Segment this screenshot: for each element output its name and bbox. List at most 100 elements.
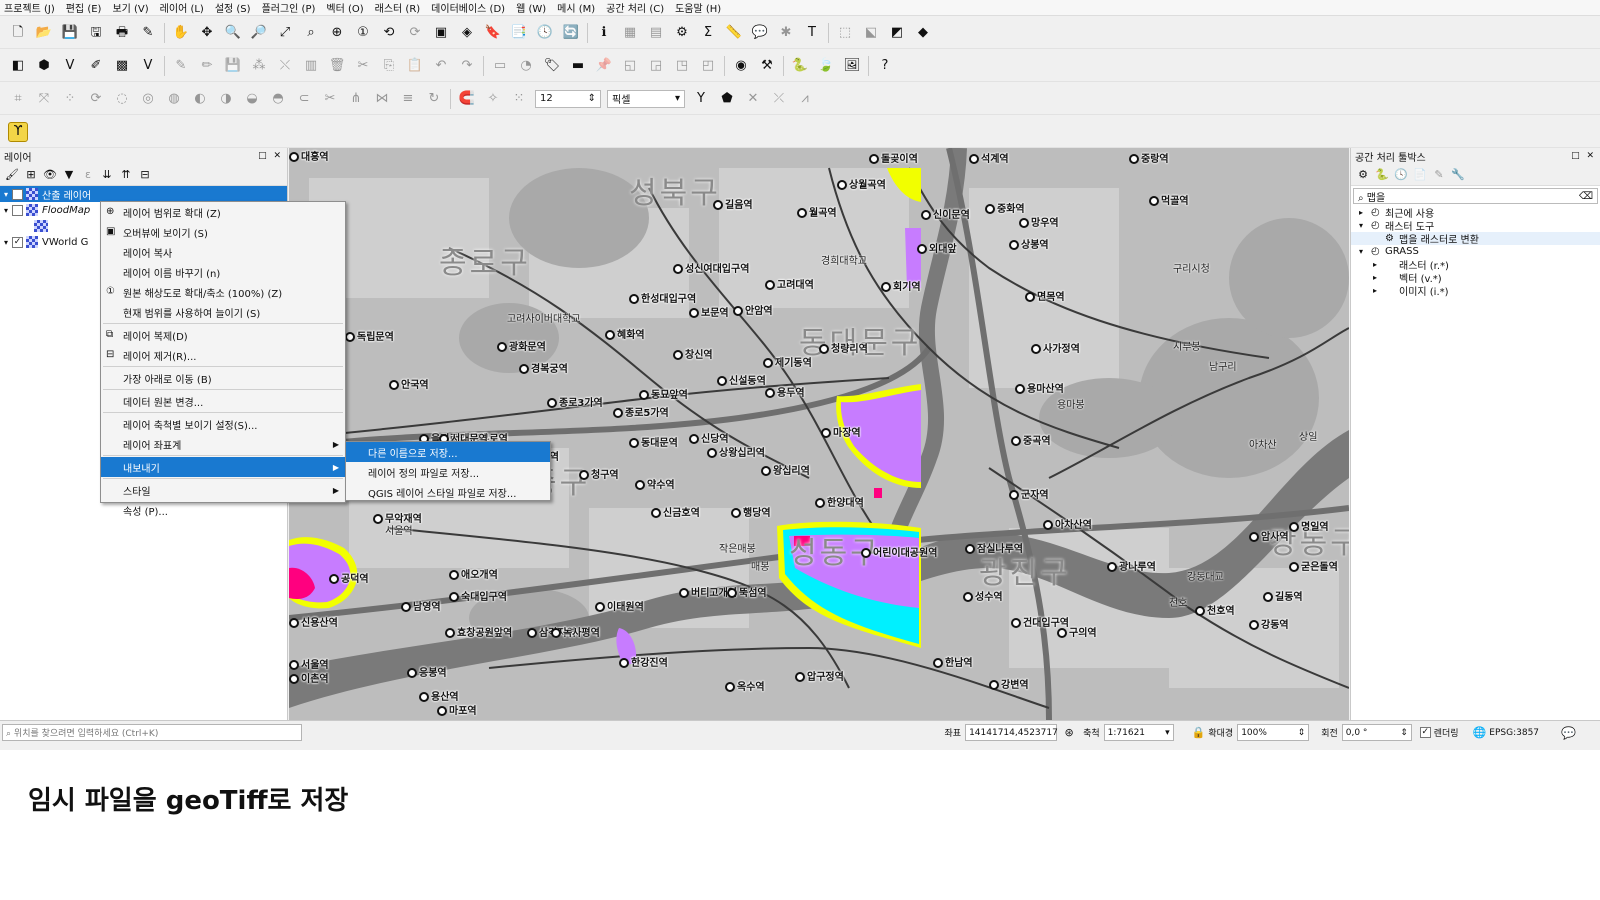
menu-item[interactable]: 래스터 (R) — [375, 0, 421, 15]
export-menu-item[interactable]: 다른 이름으로 저장... — [346, 442, 550, 462]
snap-vertex-icon[interactable]: ✧ — [483, 89, 503, 109]
add-feature-icon[interactable]: ⁂ — [249, 56, 269, 76]
menu-item[interactable]: 프로젝트 (J) — [4, 0, 55, 15]
scatter-icon[interactable]: ⁘ — [60, 89, 80, 109]
add-vector-icon[interactable]: V — [60, 56, 80, 76]
context-menu-item[interactable]: 레이어 복사 — [101, 242, 345, 262]
label-toolbar-icon[interactable]: 🏷 — [542, 56, 562, 76]
collapse-all-icon[interactable]: ⇈ — [118, 167, 134, 183]
reshape-icon[interactable]: ◓ — [268, 89, 288, 109]
intersection-icon[interactable]: ✕ — [743, 89, 763, 109]
processing-tree-item[interactable]: ▾ ◴ GRASS — [1351, 245, 1600, 258]
topological-edit-icon[interactable]: Y — [691, 89, 711, 109]
zoom-full-icon[interactable]: ⤢ — [275, 23, 295, 43]
context-menu-item[interactable]: 레이어 축척별 보이기 설정(S)... — [101, 414, 345, 434]
snap-units-select[interactable]: 픽셀 ▾ — [607, 89, 685, 108]
layer-visibility-checkbox[interactable] — [12, 204, 23, 216]
zoom-out-icon[interactable]: 🔎 — [249, 23, 269, 43]
clear-search-icon[interactable]: ⌫ — [1579, 191, 1593, 202]
avoid-overlap-icon[interactable]: ⬟ — [717, 89, 737, 109]
split-features-icon[interactable]: ✂ — [320, 89, 340, 109]
cut-icon[interactable]: ✂ — [353, 56, 373, 76]
temporal-controller-icon[interactable]: 🕓 — [535, 23, 555, 43]
statistical-summary-icon[interactable]: Σ — [698, 23, 718, 43]
data-source-manager-icon[interactable]: ◧ — [8, 56, 28, 76]
pin-label-icon[interactable]: 📌 — [594, 56, 614, 76]
manage-themes-icon[interactable]: 👁 — [42, 167, 58, 183]
magnifier-field[interactable]: 100% ⇕ — [1237, 724, 1310, 741]
tree-expand-icon[interactable]: ▸ — [1373, 286, 1385, 295]
add-wms-icon[interactable]: ▩ — [112, 56, 132, 76]
context-menu-item[interactable]: ⊕ 레이어 범위로 확대 (Z) — [101, 202, 345, 222]
save-as-icon[interactable]: 🖫 — [86, 23, 106, 43]
edit-features-in-place-icon[interactable]: ✎ — [1431, 167, 1447, 183]
new-map-view-icon[interactable]: ▣ — [431, 23, 451, 43]
label-icon[interactable]: ▭ — [490, 56, 510, 76]
zoom-next-icon[interactable]: ⟳ — [405, 23, 425, 43]
menu-item[interactable]: 메시 (M) — [557, 0, 595, 15]
expand-arrow-icon[interactable]: ▾ — [0, 190, 12, 199]
modify-attributes-icon[interactable]: ▥ — [301, 56, 321, 76]
layer-row[interactable]: ▾ ✓ 산출 레이어 — [0, 186, 287, 202]
show-bookmarks-icon[interactable]: 📑 — [509, 23, 529, 43]
menu-item[interactable]: 데이터베이스 (D) — [431, 0, 505, 15]
save-edits-icon[interactable]: 💾 — [223, 56, 243, 76]
plugin-leaf-icon[interactable]: 🍃 — [816, 56, 836, 76]
expand-arrow-icon[interactable]: ▾ — [0, 238, 12, 247]
results-icon[interactable]: 📄 — [1412, 167, 1428, 183]
processing-tree-item[interactable]: ▸ 래스터 (r.*) — [1351, 258, 1600, 272]
filter-expression-icon[interactable]: ε — [80, 167, 96, 183]
tree-expand-icon[interactable]: ▸ — [1359, 208, 1371, 217]
processing-tree-item[interactable]: ⚙ 맵을 래스터로 변환 — [1351, 232, 1600, 246]
advanced-digitize-icon[interactable]: ⌗ — [8, 89, 28, 109]
python-console-icon[interactable]: 🐍 — [790, 56, 810, 76]
redo-icon[interactable]: ↷ — [457, 56, 477, 76]
context-menu-item[interactable]: ⧉ 레이어 복제(D) — [101, 325, 345, 345]
expand-all-icon[interactable]: ⇊ — [99, 167, 115, 183]
simplify-icon[interactable]: ◌ — [112, 89, 132, 109]
rotate-symbols-icon[interactable]: ↻ — [424, 89, 444, 109]
layer-visibility-checkbox[interactable]: ✓ — [12, 236, 23, 248]
field-calculator-icon[interactable]: ▤ — [646, 23, 666, 43]
processing-tree-item[interactable]: ▸ 벡터 (v.*) — [1351, 271, 1600, 285]
snap-tolerance-input[interactable]: 12 ⇕ — [535, 89, 601, 108]
map-tips-icon[interactable]: 💬 — [750, 23, 770, 43]
print-layout-icon[interactable]: 🖶 — [112, 23, 132, 43]
menu-item[interactable]: 도움말 (H) — [675, 0, 721, 15]
rotate-label-icon[interactable]: ◳ — [672, 56, 692, 76]
change-label-icon[interactable]: ◰ — [698, 56, 718, 76]
add-ring-icon[interactable]: ◎ — [138, 89, 158, 109]
models-icon[interactable]: ⚙ — [1355, 167, 1371, 183]
menu-item[interactable]: 편집 (E) — [66, 0, 102, 15]
menu-item[interactable]: 레이어 (L) — [160, 0, 204, 15]
context-menu-item[interactable]: ▣ 오버뷰에 보이기 (S) — [101, 222, 345, 242]
open-styling-icon[interactable]: 🖌 — [4, 167, 20, 183]
tree-expand-icon[interactable]: ▾ — [1359, 221, 1371, 230]
add-virtual-layer-icon[interactable]: V — [138, 56, 158, 76]
context-menu-item[interactable]: 가장 아래로 이동 (B) — [101, 368, 345, 388]
move-label-icon[interactable]: ◲ — [646, 56, 666, 76]
context-menu-item[interactable]: 현재 범위를 사용하여 늘이기 (S) — [101, 302, 345, 322]
select-by-expression-icon[interactable]: ◩ — [887, 23, 907, 43]
menu-item[interactable]: 벡터 (O) — [326, 0, 363, 15]
select-location-icon[interactable]: ◆ — [913, 23, 933, 43]
split-parts-icon[interactable]: ⋔ — [346, 89, 366, 109]
digitize-icon[interactable]: ✎ — [171, 56, 191, 76]
vertex-tool-icon[interactable]: ⤬ — [275, 56, 295, 76]
context-menu-item[interactable]: 레이어 이름 바꾸기 (n) — [101, 262, 345, 282]
zoom-selection-icon[interactable]: ⌕ — [301, 23, 321, 43]
coordinate-field[interactable]: 14141714,4523717 — [965, 724, 1058, 741]
move-feature-icon[interactable]: ⤧ — [34, 89, 54, 109]
new-geopackage-icon[interactable]: ⬢ — [34, 56, 54, 76]
offset-curve-icon[interactable]: ⊂ — [294, 89, 314, 109]
new-project-icon[interactable]: 🗋 — [8, 23, 28, 43]
style-manager-icon[interactable]: ✎ — [138, 23, 158, 43]
deselect-icon[interactable]: ⬕ — [861, 23, 881, 43]
diagram-icon[interactable]: ◔ — [516, 56, 536, 76]
context-menu-item[interactable]: 속성 (P)... — [101, 500, 345, 520]
export-menu-item[interactable]: QGIS 레이어 스타일 파일로 저장... — [346, 482, 550, 502]
delete-icon[interactable]: 🗑 — [327, 56, 347, 76]
annotation-icon[interactable]: ✱ — [776, 23, 796, 43]
crs-button[interactable]: EPSG:3857 — [1489, 728, 1539, 738]
new-bookmark-icon[interactable]: 🔖 — [483, 23, 503, 43]
